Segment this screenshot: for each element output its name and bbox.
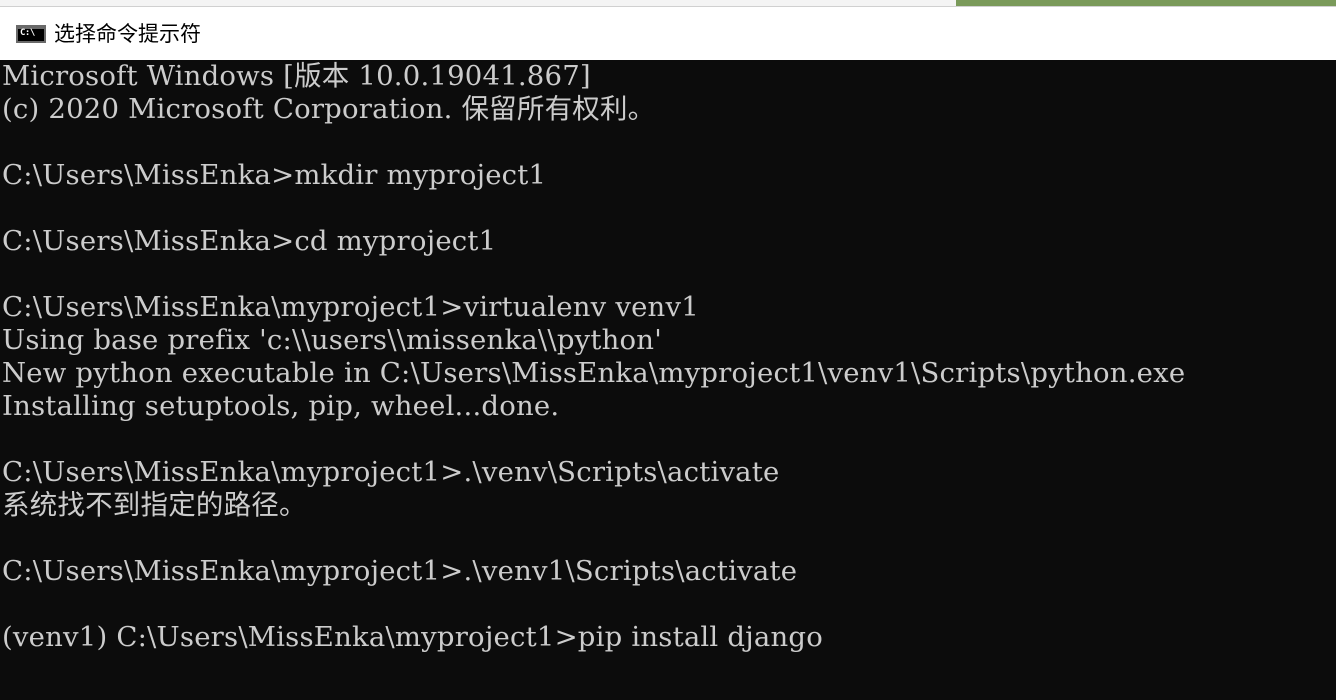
console-line: C:\Users\MissEnka\myproject1>.\venv\Scri… bbox=[2, 456, 780, 488]
console-lines: Microsoft Windows [版本 10.0.19041.867] (c… bbox=[2, 60, 1332, 654]
console-line: Installing setuptools, pip, wheel...done… bbox=[2, 390, 560, 422]
console-line: (c) 2020 Microsoft Corporation. 保留所有权利。 bbox=[2, 93, 656, 125]
console-line: C:\Users\MissEnka\myproject1>virtualenv … bbox=[2, 291, 699, 323]
console-line: C:\Users\MissEnka>mkdir myproject1 bbox=[2, 159, 547, 191]
command-prompt-window: C:\ 选择命令提示符 Microsoft Windows [版本 10.0.1… bbox=[0, 0, 1336, 700]
cmd-icon[interactable]: C:\ bbox=[16, 24, 46, 43]
console-line: Using base prefix 'c:\\users\\missenka\\… bbox=[2, 324, 662, 356]
console-prompt-line[interactable]: (venv1) C:\Users\MissEnka\myproject1>pip… bbox=[2, 621, 1332, 654]
window-title: 选择命令提示符 bbox=[54, 21, 201, 46]
cmd-icon-glyph: C:\ bbox=[20, 27, 35, 38]
console-line: 系统找不到指定的路径。 bbox=[2, 489, 307, 521]
console-output-area[interactable]: Microsoft Windows [版本 10.0.19041.867] (c… bbox=[0, 60, 1336, 700]
console-line: New python executable in C:\Users\MissEn… bbox=[2, 357, 1186, 389]
console-line: C:\Users\MissEnka\myproject1>.\venv1\Scr… bbox=[2, 555, 798, 587]
title-bar[interactable]: C:\ 选择命令提示符 bbox=[0, 6, 1336, 60]
console-line: C:\Users\MissEnka>cd myproject1 bbox=[2, 225, 497, 257]
console-line: Microsoft Windows [版本 10.0.19041.867] bbox=[2, 60, 591, 92]
